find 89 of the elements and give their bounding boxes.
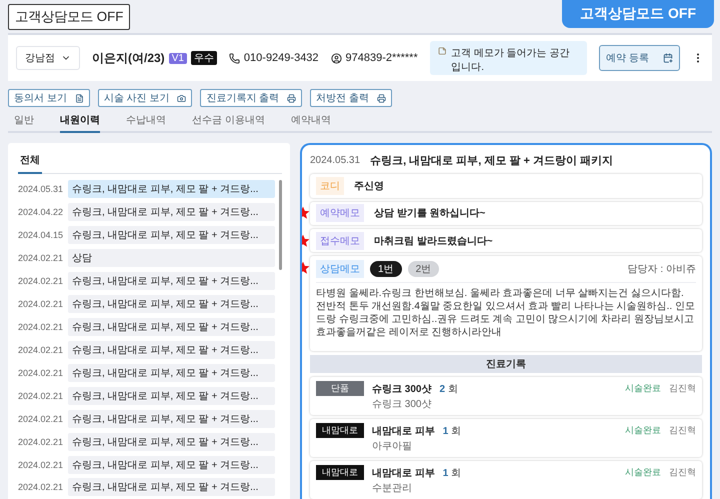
detail-date: 2024.05.31 — [310, 155, 360, 166]
print-icon — [376, 94, 386, 102]
visit-item[interactable]: 슈링크, 내맘대로 피부, 제모 팔 + 겨드랑... — [68, 272, 275, 290]
print-icon — [287, 94, 296, 102]
visit-item[interactable]: 슈링크, 내맘대로 피부, 제모 팔 + 겨드랑... — [68, 478, 275, 496]
memo-text: 고객 메모가 들어가는 공간입니다. — [451, 47, 571, 74]
visit-date: 2024.02.21 — [18, 414, 64, 424]
filter-tab[interactable]: 전체 — [18, 149, 42, 174]
visit-date: 2024.02.21 — [18, 276, 64, 286]
visit-date: 2024.02.21 — [18, 344, 64, 355]
customer-name: 이은지(여/23) — [92, 50, 165, 66]
phone-number: 010-9249-3432 — [244, 52, 319, 64]
action-button[interactable]: 동의서 보기 — [8, 89, 90, 107]
calendar-icon — [663, 53, 673, 63]
record-status: 시술완료 — [625, 382, 661, 395]
record-count: 1 회 — [442, 466, 462, 480]
visit-item[interactable]: 슈링크, 내맘대로 피부, 제모 팔 + 겨드랑... — [68, 432, 275, 451]
staff-name: 김진혁 — [669, 382, 696, 395]
tab[interactable]: 일반 — [14, 111, 34, 133]
grade-badge: 우수 — [190, 51, 217, 65]
camera-icon — [177, 94, 186, 102]
record-name: 슈링크 300샷 — [372, 382, 432, 396]
tab[interactable]: 예약내역 — [290, 111, 331, 133]
visit-date: 2024.02.21 — [18, 436, 64, 447]
visit-item[interactable]: 슈링크, 내맘대로 피부, 제모 팔 + 겨드랑... — [68, 226, 275, 244]
grade-badge: V1 — [168, 52, 187, 64]
tab[interactable]: 선수금 이용내역 — [192, 111, 265, 133]
visit-item[interactable]: 슈링크, 내맘대로 피부, 제모 팔 + 겨드랑... — [68, 318, 275, 336]
visit-date: 2024.02.21 — [18, 390, 64, 401]
record-name: 내맘대로 피부 — [372, 424, 435, 438]
record-detail: 아쿠아필 — [372, 440, 413, 453]
reserve-button[interactable]: 예약 등록 — [599, 45, 680, 71]
consult-mode-button[interactable]: 고객상담모드 OFF — [8, 4, 130, 30]
document-icon — [74, 94, 84, 102]
action-button[interactable]: 처방전 출력 — [310, 89, 392, 107]
visit-date: 2024.04.22 — [18, 207, 64, 218]
record-status: 시술완료 — [625, 466, 661, 479]
page-pill[interactable]: 1번 — [370, 261, 402, 278]
visit-item[interactable]: 슈링크, 내맘대로 피부, 제모 팔 + 겨드랑... — [68, 410, 275, 428]
record-detail: 슈링크 300샷 — [372, 398, 432, 411]
category-tag: 내맘대로 — [316, 465, 364, 480]
memo-text: 주신영 — [354, 180, 384, 193]
record-count: 1 회 — [442, 424, 462, 438]
phone-icon — [228, 52, 240, 64]
visit-date: 2024.04.15 — [18, 230, 64, 240]
visit-item[interactable]: 상담 — [68, 249, 275, 268]
record-status: 시술완료 — [625, 424, 661, 437]
memo-text: 마취크림 발라드렸습니다~ — [374, 234, 493, 248]
scrollbar[interactable] — [279, 180, 282, 270]
memo-text: 상담 받기를 원하십니다~ — [374, 207, 486, 220]
consult-mode-callout: 고객상담모드 OFF — [562, 0, 714, 28]
category-tag: 내맘대로 — [316, 423, 364, 438]
visit-date: 2024.02.21 — [18, 482, 64, 492]
note-icon — [438, 46, 446, 56]
page-pill[interactable]: 2번 — [408, 261, 440, 278]
manager-text: 담당자 : 아비쥬 — [628, 263, 696, 276]
memo-label: 접수메모 — [316, 232, 364, 250]
staff-name: 김진혁 — [669, 424, 696, 437]
visit-item[interactable]: 슈링크, 내맘대로 피부, 제모 팔 + 겨드랑... — [68, 364, 275, 382]
record-count: 2 회 — [439, 382, 459, 396]
visit-date: 2024.02.21 — [18, 460, 64, 470]
id-number: 974839-2****** — [346, 52, 418, 64]
tab[interactable]: 수납내역 — [126, 111, 166, 133]
visit-date: 2024.02.21 — [18, 368, 64, 378]
action-button[interactable]: 시술 사진 보기 — [98, 89, 192, 107]
visit-date: 2024.05.31 — [18, 184, 64, 194]
consult-text: 타병원 울쎄라.슈링크 한번해보심. 울쎄라 효과좋은데 너무 살빠지는건 싫으시다함. 전반적 톤두 개선원함.4월말 중요한일 있으셔서 효과 빨리 나타나는 시술원하심.. 인모드랑 슈링크중에 고민하심..권유 드려도 계속 고민이 많으시기에 차라리 원장님보시고 효과좋을꺼같은 레이저로 진행하시라안내 — [316, 287, 696, 340]
visit-item[interactable]: 슈링크, 내맘대로 피부, 제모 팔 + 겨드랑... — [68, 340, 275, 359]
record-detail: 수분관리 — [372, 482, 413, 495]
action-button[interactable]: 진료기록지 출력 — [200, 89, 302, 107]
visit-item[interactable]: 슈링크, 내맘대로 피부, 제모 팔 + 겨드랑... — [68, 386, 275, 405]
detail-title: 슈링크, 내맘대로 피부, 제모 팔 + 겨드랑이 패키지 — [370, 154, 613, 168]
staff-name: 김진혁 — [669, 466, 696, 479]
branch-dropdown[interactable]: 강남점 — [16, 46, 80, 70]
visit-item[interactable]: 슈링크, 내맘대로 피부, 제모 팔 + 겨드랑... — [68, 456, 275, 474]
memo-label: 코디 — [316, 176, 344, 195]
visit-date: 2024.02.21 — [18, 322, 64, 332]
person-icon — [330, 52, 342, 64]
visit-item[interactable]: 슈링크, 내맘대로 피부, 제모 팔 + 겨드랑... — [68, 180, 275, 198]
memo-label: 예약메모 — [316, 204, 364, 222]
records-header: 진료기록 — [310, 355, 702, 373]
category-tag: 단품 — [316, 381, 364, 396]
memo-label: 상담메모 — [316, 260, 364, 278]
record-name: 내맘대로 피부 — [372, 466, 435, 480]
visit-item[interactable]: 슈링크, 내맘대로 피부, 제모 팔 + 겨드랑... — [68, 203, 275, 222]
visit-date: 2024.02.21 — [18, 299, 64, 310]
visit-item[interactable]: 슈링크, 내맘대로 피부, 제모 팔 + 겨드랑... — [68, 295, 275, 314]
tab[interactable]: 내원이력 — [60, 111, 100, 133]
visit-date: 2024.02.21 — [18, 253, 64, 264]
